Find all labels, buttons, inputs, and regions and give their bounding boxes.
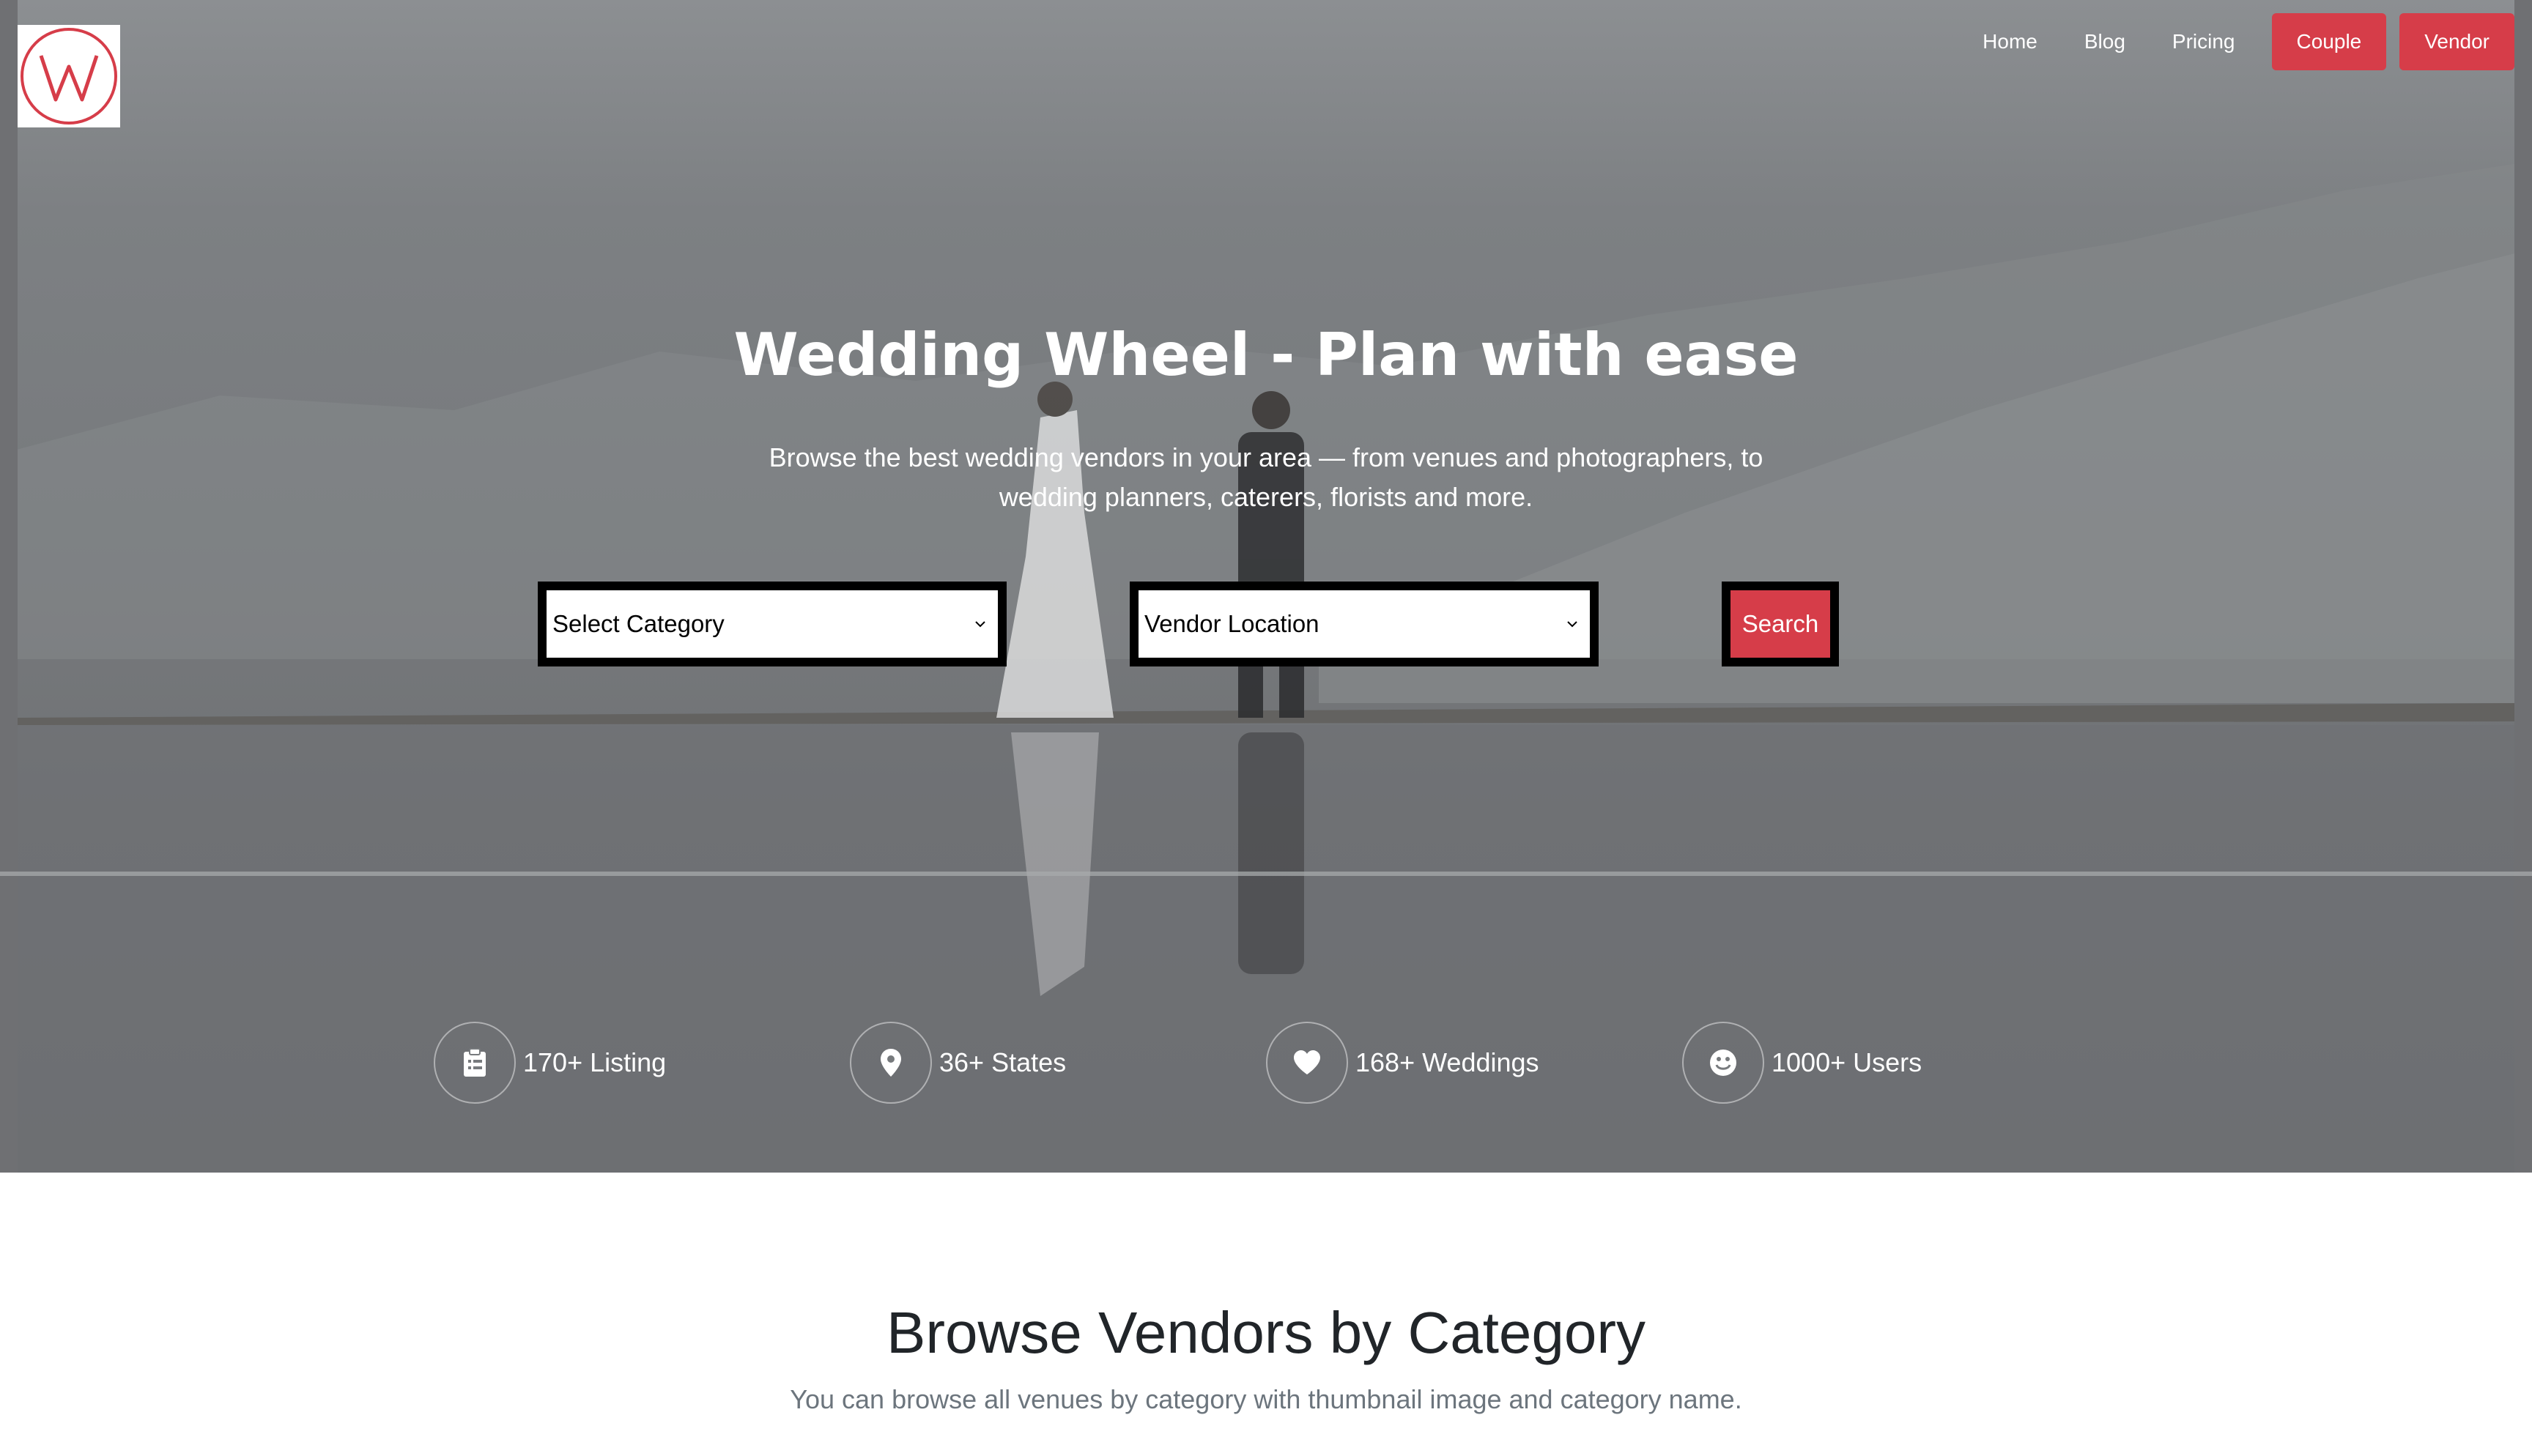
stat-states-label: 36+ States: [939, 1047, 1067, 1077]
search-button[interactable]: Search: [1730, 590, 1830, 658]
nav-home-link[interactable]: Home: [1959, 17, 2061, 67]
chevron-down-icon: [975, 621, 985, 628]
hero-subtitle: Browse the best wedding vendors in your …: [703, 438, 1829, 517]
hero-title: Wedding Wheel - Plan with ease: [733, 321, 1799, 389]
hero-section: Home Blog Pricing Couple Vendor Wedding …: [0, 0, 2532, 1173]
couple-button[interactable]: Couple: [2271, 13, 2387, 70]
heart-icon: [1294, 1050, 1320, 1074]
smiley-icon: [1710, 1050, 1736, 1076]
nav-pricing-link[interactable]: Pricing: [2149, 17, 2259, 67]
stat-icon-circle: [1682, 1022, 1764, 1104]
category-select[interactable]: Select Category: [538, 582, 1007, 666]
stat-icon-circle: [850, 1022, 932, 1104]
stat-users: 1000+ Users: [1682, 1017, 1922, 1109]
chevron-down-icon: [1567, 621, 1577, 628]
stat-states: 36+ States: [850, 1017, 1066, 1109]
site-logo[interactable]: [18, 25, 120, 127]
stat-users-label: 1000+ Users: [1772, 1047, 1922, 1077]
stat-weddings: 168+ Weddings: [1266, 1017, 1539, 1109]
hero-subtitle-line-1: Browse the best wedding vendors in your …: [769, 442, 1763, 472]
stat-icon-circle: [1266, 1022, 1348, 1104]
stat-listing-label: 170+ Listing: [523, 1047, 667, 1077]
categories-section-subtitle: You can browse all venues by category wi…: [790, 1384, 1742, 1414]
location-select[interactable]: Vendor Location: [1130, 582, 1599, 666]
categories-section-title: Browse Vendors by Category: [886, 1300, 1646, 1365]
hero-right-border: [2514, 0, 2532, 1173]
stat-listing: 170+ Listing: [434, 1017, 666, 1109]
wedding-wheel-w-logo-icon: [21, 28, 117, 125]
vendor-button[interactable]: Vendor: [2399, 13, 2514, 70]
hero-divider-line: [0, 872, 2532, 876]
map-pin-icon: [881, 1049, 901, 1077]
hero-subtitle-line-2: wedding planners, caterers, florists and…: [999, 482, 1533, 512]
search-button-frame: Search: [1722, 582, 1839, 666]
nav-blog-link[interactable]: Blog: [2061, 17, 2149, 67]
page: Home Blog Pricing Couple Vendor Wedding …: [0, 0, 2532, 1456]
top-nav: Home Blog Pricing Couple Vendor: [1959, 13, 2514, 70]
location-select-value: Vendor Location: [1144, 610, 1319, 637]
hero-left-border: [0, 0, 18, 1173]
stat-icon-circle: [434, 1022, 516, 1104]
stat-weddings-label: 168+ Weddings: [1355, 1047, 1539, 1077]
category-select-value: Select Category: [552, 610, 725, 637]
clipboard-icon: [464, 1048, 486, 1077]
